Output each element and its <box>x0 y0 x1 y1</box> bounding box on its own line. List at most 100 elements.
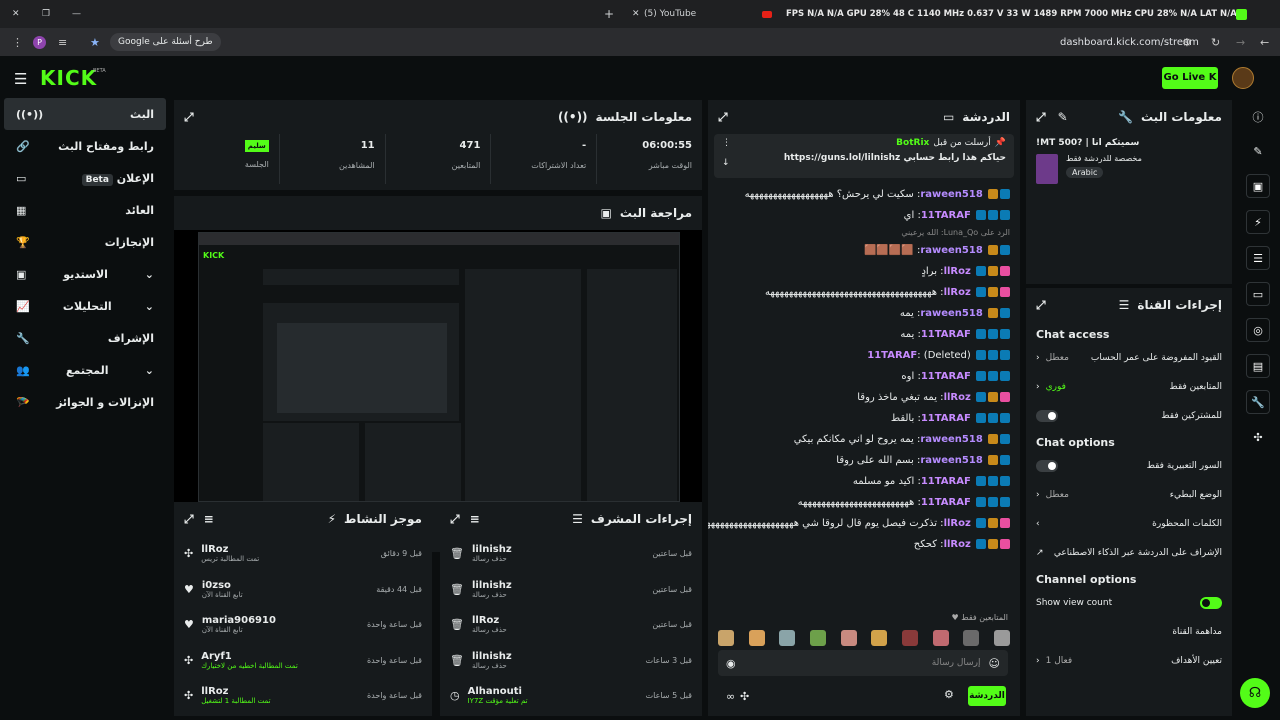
chat-input[interactable]: ☺ إرسال رسالة ◉ <box>718 650 1008 676</box>
close-tab-icon[interactable]: ✕ <box>632 9 640 19</box>
chevron-down-icon: ⌄ <box>144 363 154 377</box>
gift-icon[interactable]: ✣ <box>740 690 749 703</box>
bookmark-star-icon[interactable]: ★ <box>90 36 100 49</box>
setting-raid[interactable]: مداهمة القناة <box>1026 617 1232 646</box>
modlog-item: ◷ Alhanouti IY7Z تم تعلية مؤقت قبل 5 ساعات <box>450 686 692 706</box>
send-chat-button[interactable]: الدردشة <box>968 686 1006 706</box>
followers-only-label: المتابعين فقط ♥ <box>951 613 1008 622</box>
filter-icon[interactable]: ≡ <box>204 512 214 527</box>
setting-emotes-only[interactable]: السور التعبيرية فقط <box>1026 451 1232 480</box>
radio-icon: ((•)) <box>16 107 44 121</box>
sidebar-item-label: العائد <box>125 203 154 217</box>
rail-radio-icon[interactable]: ◎ <box>1246 318 1270 342</box>
link-chain-icon[interactable]: ∞ <box>726 690 735 703</box>
user-avatar[interactable] <box>1232 67 1254 89</box>
trash-icon: 🗑 <box>450 582 464 596</box>
trophy-icon: 🏆 <box>16 235 30 249</box>
reload-icon[interactable]: ↻ <box>1211 36 1220 49</box>
pinned-message[interactable]: 📌 أرسلت من قبل BotRix ⋮ حياكم هذا رابط ح… <box>714 134 1014 178</box>
sidebar-item-achievements[interactable]: الإنجازات 🏆 <box>4 226 166 258</box>
kick-logo[interactable]: KICK <box>40 66 97 90</box>
sidebar-item-community[interactable]: ⌄ المجتمع 👥 <box>4 354 166 386</box>
activity-item: ✣ llRoz تمت المطالبة تريس قبل 9 دقائق <box>184 544 422 564</box>
google-chip[interactable]: Google طرح أسئلة على <box>110 33 221 51</box>
mod-icon[interactable]: ◉ <box>726 657 736 670</box>
stat-viewers: 11 المشاهدين <box>278 134 385 184</box>
settings-gear-icon[interactable]: ⚙ <box>944 688 954 701</box>
modlog-item: 🗑 llRoz حذف رسالة قبل ساعتين <box>450 615 692 635</box>
more-icon[interactable]: ⋮ <box>722 138 731 148</box>
expand-icon[interactable]: ⤢ <box>184 512 194 527</box>
expand-icon[interactable]: ⤢ <box>718 110 728 125</box>
filter-icon[interactable]: ≡ <box>470 512 480 527</box>
hamburger-menu-icon[interactable]: ☰ <box>14 70 27 88</box>
rail-video-icon[interactable]: ▣ <box>1246 174 1270 198</box>
expand-icon[interactable]: ⤢ <box>184 110 194 125</box>
setting-banned-words[interactable]: الكلمات المحظورة › <box>1026 509 1232 538</box>
setting-followers-only[interactable]: المتابعين فقط › فوري <box>1026 372 1232 401</box>
emoji-icon[interactable]: ☺ <box>989 657 1000 670</box>
minimize-window-icon[interactable]: — <box>72 9 81 19</box>
sidebar-item-moderation[interactable]: الإشراف 🔧 <box>4 322 166 354</box>
chevron-right-icon: › <box>1036 518 1040 529</box>
setting-show-view-count[interactable]: Show view count <box>1026 588 1232 617</box>
sidebar-item-drops[interactable]: الإنزالات و الجوائز 🪂 <box>4 386 166 418</box>
setting-slow-mode[interactable]: الوضع البطيء › معطل <box>1026 480 1232 509</box>
setting-subs-only[interactable]: للمشتركين فقط <box>1026 401 1232 430</box>
forward-icon[interactable]: → <box>1236 36 1245 49</box>
sidebar-item-analytics[interactable]: ⌄ التحليلات 📈 <box>4 290 166 322</box>
category-thumbnail <box>1036 154 1058 184</box>
panel-title: موجز النشاط <box>344 512 422 526</box>
chevron-down-icon[interactable]: ↓ <box>722 158 730 168</box>
stat-health: سليم الجلسة <box>244 140 269 169</box>
go-live-label: Go Live <box>1163 72 1206 83</box>
setting-account-age[interactable]: القيود المفروضة على عمر الحساب › معطل <box>1026 343 1232 372</box>
info-icon[interactable]: ⓘ <box>1240 100 1276 134</box>
preview-screen: KICK <box>198 232 680 502</box>
modlog-item: 🗑 lilnishz حذف رسالة قبل 3 ساعات <box>450 650 692 670</box>
panel-title: معلومات البث <box>1140 110 1222 124</box>
restore-window-icon[interactable]: ❐ <box>42 9 50 19</box>
close-window-icon[interactable]: ✕ <box>12 9 20 19</box>
go-live-button[interactable]: Go Live K <box>1162 67 1218 89</box>
sidebar-item-stream[interactable]: البث ((•)) <box>4 98 166 130</box>
rail-wrench-icon[interactable]: 🔧 <box>1246 390 1270 414</box>
chat-message: raween518: 🟫🟫🟫🟫 <box>708 240 1020 261</box>
url-field[interactable]: dashboard.kick.com/stream <box>1060 37 1199 48</box>
emotes-only-toggle[interactable] <box>1036 459 1058 472</box>
expand-icon[interactable]: ⤢ <box>450 512 460 527</box>
activity-item: ✣ Aryf1 تمت المطالبة اخطيه من لاختيارك قبل … <box>184 650 422 670</box>
rail-layout-icon[interactable]: ▤ <box>1246 354 1270 378</box>
expand-icon[interactable]: ⤢ <box>1036 110 1046 125</box>
setting-goals[interactable]: تعيين الأهداف › فعال 1 <box>1026 646 1232 675</box>
stream-title: سميتكم انا | ?MT 500! <box>1036 138 1140 148</box>
rail-gift-icon[interactable]: ✣ <box>1240 420 1276 454</box>
activity-list: ✣ llRoz تمت المطالبة تريس قبل 9 دقائق ♥ i0zs… <box>174 536 432 714</box>
emote-bar[interactable] <box>718 630 1010 648</box>
rail-lightning-icon[interactable]: ⚡ <box>1246 210 1270 234</box>
sidebar-item-revenue[interactable]: العائد ▦ <box>4 194 166 226</box>
new-tab-icon[interactable]: + <box>604 7 614 21</box>
menu-dots-icon[interactable]: ⋮ <box>12 36 23 49</box>
rail-list-icon[interactable]: ☰ <box>1246 246 1270 270</box>
subs-only-toggle[interactable] <box>1036 409 1058 422</box>
reading-list-icon[interactable]: ≡ <box>58 36 67 49</box>
expand-icon[interactable]: ⤢ <box>1036 298 1046 313</box>
sidebar-item-ads[interactable]: الإعلان Beta ▭ <box>4 162 166 194</box>
view-count-toggle[interactable] <box>1200 596 1222 609</box>
stream-preview-video[interactable]: KICK <box>174 230 702 502</box>
edit-pencil-icon[interactable]: ✎ <box>1058 110 1068 125</box>
sidebar-item-studio[interactable]: ⌄ الاستديو ▣ <box>4 258 166 290</box>
stat-followers: 471 المتابعين <box>384 134 491 184</box>
profile-avatar-icon[interactable]: P <box>33 35 46 49</box>
edit-pencil-icon[interactable]: ✎ <box>1240 134 1276 168</box>
ad-icon: ▭ <box>16 171 27 185</box>
tab-youtube[interactable]: (5) YouTube <box>644 9 696 19</box>
sidebar-item-label: الاستديو <box>63 267 108 281</box>
support-headset-icon[interactable]: ☊ <box>1240 678 1270 708</box>
setting-ai-moderation[interactable]: الإشراف على الدردشة عبر الذكاء الاصطناعي… <box>1026 538 1232 567</box>
back-icon[interactable]: ← <box>1260 36 1269 49</box>
sidebar-item-stream-key[interactable]: رابط ومفتاح البث 🔗 <box>4 130 166 162</box>
rail-chat-icon[interactable]: ▭ <box>1246 282 1270 306</box>
site-settings-icon[interactable]: ⚙ <box>1182 36 1192 49</box>
